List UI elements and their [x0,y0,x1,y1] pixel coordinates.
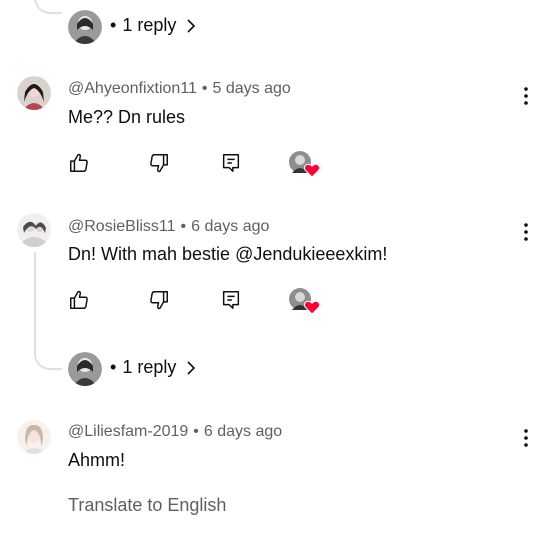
comment-text: Ahmm! [68,450,126,470]
comment-time[interactable]: 6 days ago [191,218,269,235]
dislike-icon [150,291,168,310]
like-button[interactable] [66,150,92,176]
bullet: • [110,15,117,35]
dislike-button[interactable] [146,287,172,313]
like-icon [70,153,88,172]
comment-text: Dn! With mah bestie @Jendukieeexkim! [68,244,388,264]
chevron-right-icon [187,18,196,33]
more-vert-icon[interactable] [521,86,531,106]
reply-icon [222,154,240,172]
bullet: • [110,357,117,377]
separator: • [180,218,187,235]
author-name[interactable]: @RosieBliss11 [68,218,176,235]
separator: • [201,80,208,97]
like-icon [70,290,88,309]
view-replies-link[interactable]: • 1 reply [110,15,196,36]
more-vert-icon[interactable] [521,222,531,242]
reply-button[interactable] [218,150,244,176]
reply-count: 1 reply [122,357,177,377]
chevron-right-icon [187,360,196,375]
reply-button[interactable] [218,287,244,313]
creator-heart-icon [304,163,320,178]
reply-avatar [68,352,102,386]
reply-avatar [68,10,102,44]
reply-icon [222,291,240,309]
thread-connector [34,346,62,370]
comment-text: Me?? Dn rules [68,107,186,127]
creator-heart-icon [304,300,320,315]
thread-line [34,252,36,352]
dislike-icon [150,154,168,173]
translate-link[interactable]: Translate to English [68,495,226,516]
creator-heart-badge [289,288,320,318]
separator: • [193,423,199,440]
comment-avatar[interactable] [17,420,51,454]
reply-count: 1 reply [122,15,177,35]
comment-time[interactable]: 5 days ago [213,80,291,97]
author-name[interactable]: @Liliesfam-2019 [68,423,188,440]
comment-time[interactable]: 6 days ago [204,423,282,440]
comment-meta: @Liliesfam-2019 • 6 days ago [68,423,282,441]
view-replies-link[interactable]: • 1 reply [110,357,196,378]
more-vert-icon[interactable] [521,428,531,448]
author-name[interactable]: @Ahyeonfixtion11 [68,80,197,97]
dislike-button[interactable] [146,150,172,176]
like-button[interactable] [66,287,92,313]
comment-meta: @Ahyeonfixtion11 • 5 days ago [68,80,291,98]
comment-avatar[interactable] [17,213,51,247]
comment-avatar[interactable] [17,76,51,110]
creator-heart-badge [289,151,320,181]
thread-connector [34,0,62,14]
comment-meta: @RosieBliss11 • 6 days ago [68,218,269,236]
